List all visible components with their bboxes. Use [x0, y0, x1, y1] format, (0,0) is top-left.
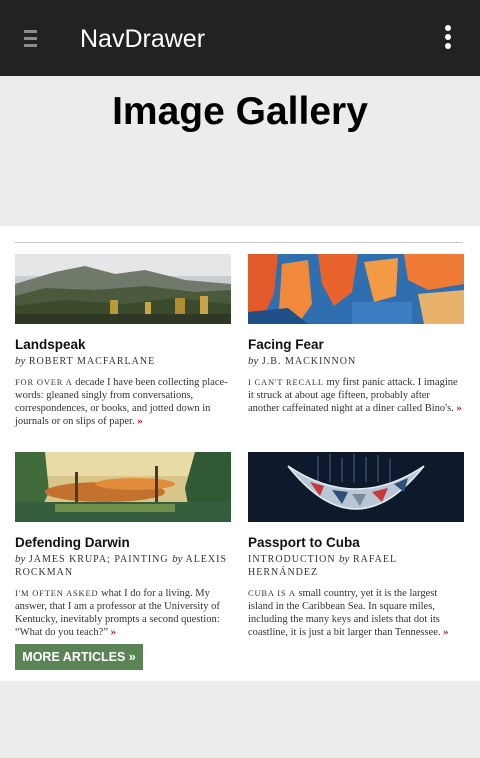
article-byline: INTRODUCTION by RAFAEL HERNÁNDEZ: [248, 553, 397, 578]
article-card-passport-to-cuba: Passport to Cuba INTRODUCTION by RAFAEL …: [248, 452, 464, 639]
article-card-facing-fear: Facing Fear by J.B. MACKINNON I CAN'T RE…: [248, 254, 464, 415]
read-more-icon[interactable]: »: [111, 626, 117, 638]
read-more-icon[interactable]: »: [443, 626, 449, 638]
more-articles-button[interactable]: MORE ARTICLES »: [15, 644, 143, 670]
crescent-artwork-image[interactable]: [248, 452, 464, 522]
article-title[interactable]: Facing Fear: [248, 336, 464, 353]
article-byline: by J.B. MACKINNON: [248, 355, 357, 367]
article-title[interactable]: Passport to Cuba: [248, 534, 464, 551]
read-more-icon[interactable]: »: [456, 402, 462, 414]
menu-icon[interactable]: [22, 27, 42, 49]
article-byline: by JAMES KRUPA; PAINTING by ALEXIS ROCKM…: [15, 553, 228, 578]
article-card-defending-darwin: Defending Darwin by JAMES KRUPA; PAINTIN…: [15, 452, 231, 639]
article-excerpt: FOR OVER A decade I have been collecting…: [15, 377, 228, 427]
abstract-painting-image[interactable]: [248, 254, 464, 324]
app-title: NavDrawer: [80, 25, 206, 53]
jungle-painting-image[interactable]: [15, 452, 231, 522]
page-title: Image Gallery: [112, 90, 368, 133]
article-byline: by ROBERT MACFARLANE: [15, 355, 156, 367]
divider: [15, 242, 463, 243]
read-more-icon[interactable]: »: [137, 415, 143, 427]
article-title[interactable]: Landspeak: [15, 336, 231, 353]
app-bar: NavDrawer: [0, 0, 480, 76]
article-card-landspeak: Landspeak by ROBERT MACFARLANE FOR OVER …: [15, 254, 231, 428]
article-panel: Landspeak by ROBERT MACFARLANE FOR OVER …: [0, 226, 480, 681]
article-title[interactable]: Defending Darwin: [15, 534, 231, 551]
article-excerpt: CUBA IS A small country, yet it is the l…: [248, 588, 449, 638]
more-vert-icon[interactable]: [440, 24, 456, 52]
article-excerpt: I CAN'T RECALL my first panic attack. I …: [248, 377, 462, 414]
landscape-image[interactable]: [15, 254, 231, 324]
article-excerpt: I'M OFTEN ASKED what I do for a living. …: [15, 588, 220, 638]
